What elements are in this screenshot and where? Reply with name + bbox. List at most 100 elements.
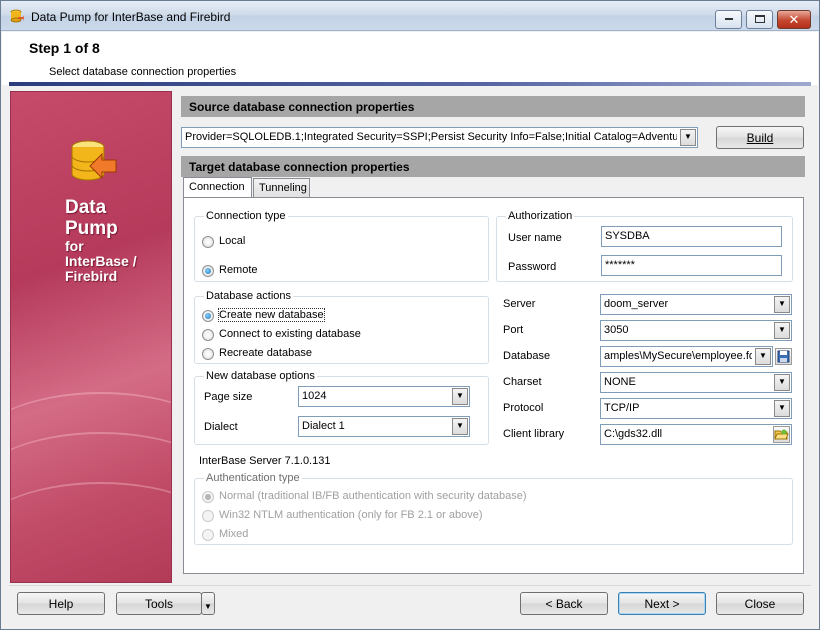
help-button-label: Help xyxy=(48,597,74,611)
source-section-header: Source database connection properties xyxy=(181,96,805,117)
floppy-disk-icon xyxy=(777,350,790,363)
dropdown-button[interactable]: ▼ xyxy=(774,400,790,417)
radio-label: Win32 NTLM authentication (only for FB 2… xyxy=(219,509,483,521)
step-description: Select database connection properties xyxy=(49,66,237,78)
product-name-line: Data xyxy=(65,197,107,218)
back-button[interactable]: < Back xyxy=(520,592,608,615)
product-name: Data Pump for InterBase / Firebird xyxy=(65,197,137,284)
tab-tunneling[interactable]: Tunneling xyxy=(253,178,310,198)
data-pump-app-icon xyxy=(10,9,24,23)
server-label-text: Server xyxy=(503,298,536,310)
maximize-button[interactable] xyxy=(746,10,773,29)
radio-indicator xyxy=(202,236,214,248)
authorization-group: Authorization User name SYSDBA Password … xyxy=(496,210,793,282)
port-select[interactable]: 3050 ▼ xyxy=(600,320,792,341)
close-button[interactable]: Close xyxy=(716,592,804,615)
server-select[interactable]: doom_server ▼ xyxy=(600,294,792,315)
radio-indicator xyxy=(202,265,214,277)
dropdown-button[interactable]: ▼ xyxy=(774,296,790,313)
charset-select[interactable]: NONE ▼ xyxy=(600,372,792,393)
close-window-button[interactable]: ✕ xyxy=(777,10,811,29)
protocol-select[interactable]: TCP/IP ▼ xyxy=(600,398,792,419)
browse-button[interactable] xyxy=(773,426,790,443)
charset-label: Charset xyxy=(503,376,542,388)
radio-label: Local xyxy=(219,235,246,247)
chevron-down-icon: ▼ xyxy=(778,403,786,412)
page-size-value: 1024 xyxy=(302,390,327,402)
charset-value: NONE xyxy=(604,376,636,388)
tools-button-label: Tools xyxy=(144,597,173,611)
group-legend: Connection type xyxy=(204,210,288,222)
radio-indicator xyxy=(202,529,214,541)
dialect-value: Dialect 1 xyxy=(302,420,345,432)
header-divider xyxy=(9,82,811,86)
build-button-label: Build xyxy=(746,131,774,145)
user-name-input[interactable]: SYSDBA xyxy=(601,226,782,247)
chevron-down-icon: ▼ xyxy=(778,377,786,386)
group-legend: Database actions xyxy=(204,290,293,302)
chevron-down-icon: ▼ xyxy=(778,325,786,334)
radio-indicator xyxy=(202,491,214,503)
page-size-select[interactable]: 1024 ▼ xyxy=(298,386,470,407)
radio-indicator xyxy=(202,310,214,322)
help-button[interactable]: Help xyxy=(17,592,105,615)
radio-label: Recreate database xyxy=(219,347,312,359)
database-actions-group: Database actions Create new database Con… xyxy=(194,290,489,364)
next-button[interactable]: Next > xyxy=(618,592,706,615)
product-name-line: Firebird xyxy=(65,268,118,284)
tab-label: Tunneling xyxy=(259,182,307,194)
page-size-label: Page size xyxy=(204,391,253,403)
step-title: Step 1 of 8 xyxy=(29,40,100,56)
tools-dropdown-button[interactable]: ▼ xyxy=(201,592,215,615)
group-legend: New database options xyxy=(204,370,317,382)
product-name-line: InterBase / xyxy=(65,253,137,269)
dropdown-button[interactable]: ▼ xyxy=(680,129,696,146)
dialect-label: Dialect xyxy=(204,421,238,433)
radio-label: Mixed xyxy=(219,528,249,540)
password-value: ******* xyxy=(605,259,635,271)
chevron-down-icon: ▼ xyxy=(778,299,786,308)
database-label: Database xyxy=(503,350,551,362)
source-connection-string-combo[interactable]: Provider=SQLOLEDB.1;Integrated Security=… xyxy=(181,127,698,148)
dropdown-button[interactable]: ▼ xyxy=(774,322,790,339)
minimize-button[interactable] xyxy=(715,10,742,29)
password-label: Password xyxy=(508,261,557,273)
title-bar: Data Pump for InterBase and Firebird ✕ xyxy=(1,1,819,31)
radio-label: Create new database xyxy=(218,308,325,322)
tab-connection[interactable]: Connection xyxy=(183,177,252,198)
client-library-input[interactable]: C:\gds32.dll xyxy=(600,424,792,445)
client-library-label: Client library xyxy=(503,428,565,440)
dropdown-button[interactable]: ▼ xyxy=(452,418,468,435)
new-database-options-group: New database options Page size 1024 ▼ Di… xyxy=(194,370,489,445)
window-title: Data Pump for InterBase and Firebird xyxy=(31,10,231,24)
group-legend: Authentication type xyxy=(204,472,302,484)
build-button[interactable]: Build xyxy=(716,126,804,149)
source-connection-string: Provider=SQLOLEDB.1;Integrated Security=… xyxy=(185,131,677,143)
tools-button[interactable]: Tools xyxy=(116,592,202,615)
main-window: Data Pump for InterBase and Firebird ✕ S… xyxy=(0,0,820,630)
authentication-type-group: Authentication type Normal (traditional … xyxy=(194,472,793,545)
minimize-icon xyxy=(725,18,733,20)
save-database-button[interactable] xyxy=(775,348,792,365)
radio-indicator xyxy=(202,348,214,360)
product-name-line: for xyxy=(65,238,84,254)
database-path-select[interactable]: amples\MySecure\employee.fdb ▼ xyxy=(600,346,773,367)
maximize-icon xyxy=(755,15,765,23)
connection-tab-page: Connection type Local Remote Authorizati… xyxy=(183,197,804,574)
dropdown-button[interactable]: ▼ xyxy=(452,388,468,405)
chevron-down-icon: ▼ xyxy=(759,351,767,360)
database-pump-icon xyxy=(71,140,117,181)
radio-label: Connect to existing database xyxy=(219,328,361,340)
target-section-header: Target database connection properties xyxy=(181,156,805,177)
password-input[interactable]: ******* xyxy=(601,255,782,276)
chevron-down-icon: ▼ xyxy=(684,132,692,141)
radio-indicator xyxy=(202,510,214,522)
radio-indicator xyxy=(202,329,214,341)
dropdown-button[interactable]: ▼ xyxy=(755,348,771,365)
port-value: 3050 xyxy=(604,324,629,336)
server-label: Server xyxy=(503,298,535,310)
dropdown-button[interactable]: ▼ xyxy=(774,374,790,391)
next-button-label: Next > xyxy=(644,597,680,611)
product-banner: Data Pump for InterBase / Firebird xyxy=(10,91,172,583)
dialect-select[interactable]: Dialect 1 ▼ xyxy=(298,416,470,437)
